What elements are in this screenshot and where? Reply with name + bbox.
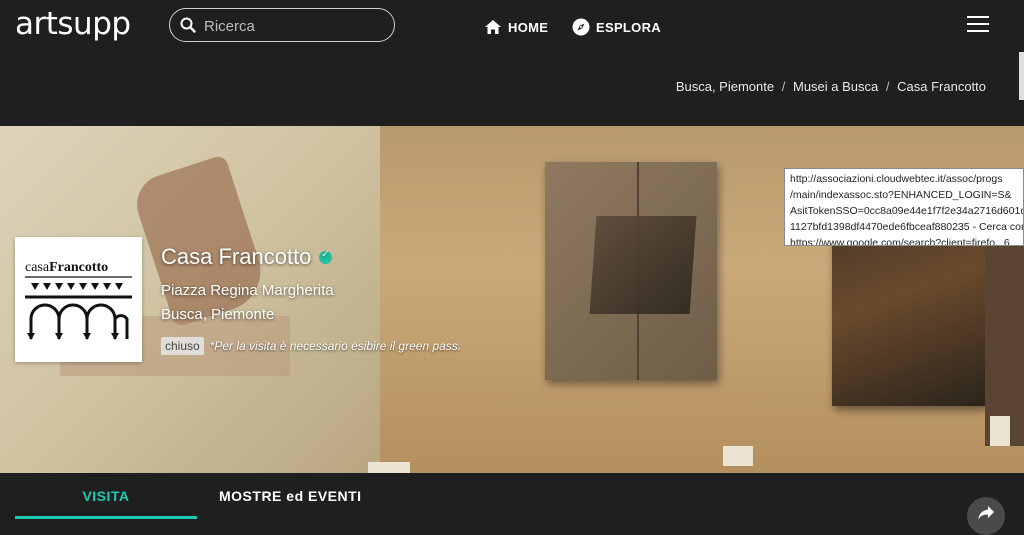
breadcrumb-item-museums[interactable]: Musei a Busca bbox=[793, 79, 878, 94]
nav-esplora[interactable]: ESPLORA bbox=[572, 17, 661, 37]
link-tooltip: http://associazioni.cloudwebtec.it/assoc… bbox=[784, 168, 1024, 246]
svg-text:casaFrancotto: casaFrancotto bbox=[25, 260, 108, 275]
active-tab-indicator bbox=[15, 516, 197, 519]
status-row: chiuso *Per la visita è necessario esibi… bbox=[161, 337, 461, 355]
breadcrumb-separator: / bbox=[781, 79, 786, 94]
tooltip-line: http://associazioni.cloudwebtec.it/assoc… bbox=[790, 173, 1003, 185]
verified-icon bbox=[319, 249, 333, 264]
breadcrumb-separator: / bbox=[885, 79, 890, 94]
tooltip-line: 1127bfd1398df4470ede6fbceaf880235 - Cerc… bbox=[790, 221, 1024, 233]
visit-note: *Per la visita è necessario esibire il g… bbox=[209, 339, 462, 353]
breadcrumb: Busca, Piemonte / Musei a Busca / Casa F… bbox=[676, 79, 986, 94]
compass-icon bbox=[572, 18, 590, 36]
hero-plaque bbox=[990, 416, 1010, 446]
venue-logo: casaFrancotto bbox=[15, 237, 142, 362]
tooltip-line: AsitTokenSSO=0cc8a09e44e1f7f2e34a2716d60… bbox=[790, 205, 1024, 217]
top-navbar: artsupp HOME ESPLORA bbox=[0, 0, 1024, 52]
venue-name: Casa Francotto bbox=[161, 244, 312, 269]
share-button[interactable] bbox=[967, 497, 1005, 535]
status-badge: chiuso bbox=[161, 337, 204, 355]
search-icon bbox=[180, 17, 196, 33]
artsupp-logo[interactable]: artsupp bbox=[15, 6, 131, 42]
tab-visita[interactable]: VISITA bbox=[15, 488, 197, 504]
venue-address: Piazza Regina Margherita bbox=[161, 282, 334, 299]
menu-icon[interactable] bbox=[967, 16, 989, 34]
nav-esplora-label: ESPLORA bbox=[596, 19, 661, 35]
page-scrollbar[interactable] bbox=[1019, 52, 1024, 100]
tab-mostre-eventi[interactable]: MOSTRE ed EVENTI bbox=[219, 488, 362, 504]
hero-plaque bbox=[723, 446, 753, 466]
tooltip-line: /main/indexassoc.sto?ENHANCED_LOGIN=S& bbox=[790, 189, 1012, 201]
search-box[interactable] bbox=[169, 8, 395, 42]
hero-plaque bbox=[368, 462, 410, 473]
home-icon bbox=[485, 20, 501, 34]
venue-city: Busca, Piemonte bbox=[161, 306, 275, 323]
venue-title: Casa Francotto bbox=[161, 244, 333, 270]
nav-home-label: HOME bbox=[508, 19, 549, 35]
tooltip-line: https://www.google.com/search?client=fir… bbox=[790, 237, 1010, 246]
search-input[interactable] bbox=[202, 15, 386, 37]
breadcrumb-item-current: Casa Francotto bbox=[897, 79, 986, 94]
nav-home[interactable]: HOME bbox=[484, 17, 548, 37]
breadcrumb-bar: Busca, Piemonte / Musei a Busca / Casa F… bbox=[0, 52, 1024, 126]
share-icon bbox=[978, 506, 994, 520]
section-tabs: VISITA MOSTRE ed EVENTI bbox=[0, 473, 1024, 523]
hero-sculpture-relief bbox=[589, 216, 697, 314]
breadcrumb-item-region[interactable]: Busca, Piemonte bbox=[676, 79, 774, 94]
